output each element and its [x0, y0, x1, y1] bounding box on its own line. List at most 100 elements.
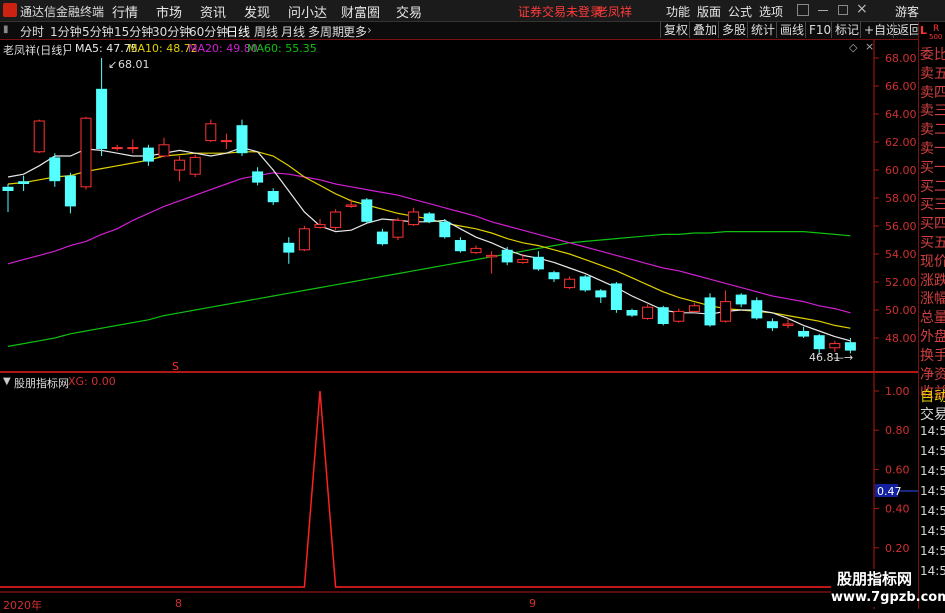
- btn-f10[interactable]: F10: [805, 22, 834, 38]
- price-tick-label: 48.00: [885, 332, 917, 345]
- btn-tongji[interactable]: 统计: [747, 22, 778, 38]
- candlesticks: [2, 58, 856, 355]
- price-tick-label: 54.00: [885, 248, 917, 261]
- candle: [361, 198, 373, 224]
- candle-body-down: [657, 307, 669, 324]
- indicator-toggle-icon[interactable]: ▼: [3, 376, 11, 387]
- candle-body-up: [220, 140, 232, 143]
- watermark-url: www.7gpzb.com: [831, 589, 945, 607]
- maximize-icon[interactable]: [838, 5, 848, 15]
- chart-title: 老凤祥(日线): [3, 44, 67, 57]
- candle: [80, 116, 92, 190]
- menu-zixun[interactable]: 资讯: [200, 2, 226, 21]
- indicator-tick-label: 0.60: [885, 463, 910, 476]
- trade-label[interactable]: 交易: [920, 404, 945, 424]
- period-multi[interactable]: 多周期: [308, 23, 344, 40]
- candle-body-down: [142, 147, 154, 162]
- period-5min[interactable]: 5分钟: [82, 23, 114, 40]
- candle-body-up: [127, 147, 139, 150]
- candle: [751, 297, 763, 320]
- candle-body-down: [813, 335, 825, 350]
- signal-s-marker: S: [172, 360, 179, 373]
- candle: [454, 237, 466, 253]
- candle-body-down: [96, 88, 108, 149]
- menu-gongshi[interactable]: 公式: [728, 3, 752, 20]
- menu-banmian[interactable]: 版面: [697, 3, 721, 20]
- price-tick-label: 50.00: [885, 304, 917, 317]
- date-label-sep: 9: [529, 597, 536, 610]
- period-monthly[interactable]: 月线: [281, 23, 305, 40]
- candle-body-up: [189, 156, 201, 175]
- candle: [610, 282, 622, 313]
- candle: [127, 139, 139, 154]
- quote-label-17: 净资: [920, 366, 945, 383]
- trade-login-warning[interactable]: 证券交易未登录: [518, 3, 602, 20]
- candle-body-down: [252, 171, 264, 183]
- indicator-current-value: 0.47: [877, 485, 902, 498]
- chart-settings-icon[interactable]: ◇: [849, 41, 857, 54]
- kline-chart[interactable]: 48.00 50.00 52.00 54.00 56.00 58.00 60.00 62.00…: [0, 40, 918, 609]
- quote-label-8: 买三: [920, 197, 945, 214]
- btn-fuquan[interactable]: 复权: [660, 22, 691, 38]
- guest-label[interactable]: 游客: [895, 3, 919, 20]
- candle: [298, 226, 310, 252]
- period-fenshi[interactable]: 分时: [20, 23, 44, 40]
- menu-xuanxiang[interactable]: 选项: [759, 3, 783, 20]
- candle-body-down: [18, 181, 30, 184]
- period-60min[interactable]: 60分钟: [189, 23, 228, 40]
- candle: [720, 290, 732, 323]
- indicator-xg-value: XG: 0.00: [68, 375, 116, 388]
- quote-label-13: 涨幅: [920, 291, 945, 308]
- candle-body-down: [439, 221, 451, 238]
- period-1min[interactable]: 1分钟: [50, 23, 82, 40]
- candle: [205, 119, 217, 142]
- price-tick-label: 56.00: [885, 220, 917, 233]
- candle-body-down: [423, 213, 435, 222]
- menu-gongneng[interactable]: 功能: [666, 3, 690, 20]
- btn-diejia[interactable]: 叠加: [689, 22, 720, 38]
- candle-body-up: [314, 224, 326, 228]
- candle: [283, 237, 295, 264]
- candle: [236, 119, 248, 156]
- btn-huaxian[interactable]: 画线: [776, 22, 807, 38]
- candle-body-up: [345, 204, 357, 207]
- skin-icon[interactable]: [797, 4, 809, 16]
- toolbar-arrow-icon[interactable]: ▮: [3, 24, 9, 35]
- quote-label-3: 卖三: [920, 103, 945, 120]
- indicator-line: [0, 390, 874, 588]
- menu-wenxiaoda[interactable]: 问小达: [288, 2, 327, 21]
- more-chevron-icon[interactable]: ›: [367, 23, 372, 37]
- close-icon[interactable]: ×: [856, 1, 868, 17]
- btn-biaoji[interactable]: 标记: [831, 22, 862, 38]
- period-15min[interactable]: 15分钟: [114, 23, 153, 40]
- candle: [220, 133, 232, 149]
- candle: [766, 318, 778, 331]
- trade-time-5: 14:56: [920, 524, 945, 538]
- menu-shichang[interactable]: 市场: [156, 2, 182, 21]
- price-tick-label: 52.00: [885, 276, 917, 289]
- candle-body-down: [49, 157, 61, 182]
- price-tick-label: 66.00: [885, 80, 917, 93]
- period-weekly[interactable]: 周线: [254, 23, 278, 40]
- quote-label-1: 卖五: [920, 65, 945, 82]
- auto-label[interactable]: 自动: [920, 386, 945, 406]
- legend-toggle-icon[interactable]: [64, 44, 71, 51]
- period-daily[interactable]: 日线: [226, 23, 250, 40]
- minimize-icon[interactable]: [818, 10, 828, 11]
- btn-duogu[interactable]: 多股: [718, 22, 749, 38]
- period-toolbar: ▮ 分时 1分钟 5分钟 15分钟 30分钟 60分钟 日线 周线 月线 多周期…: [0, 22, 921, 40]
- period-more[interactable]: 更多: [343, 23, 367, 40]
- candle: [111, 144, 123, 151]
- quote-label-6: 买一: [920, 159, 945, 176]
- candle-body-down: [532, 256, 544, 270]
- candle: [548, 270, 560, 282]
- candle-body-down: [548, 272, 560, 280]
- ma60-line: [7, 231, 851, 347]
- menu-hangqing[interactable]: 行情: [112, 2, 138, 21]
- chart-close-icon[interactable]: ×: [865, 40, 874, 53]
- candle-body-up: [330, 211, 342, 228]
- menu-faxian[interactable]: 发现: [244, 2, 270, 21]
- period-30min[interactable]: 30分钟: [152, 23, 191, 40]
- menu-jiaoyi[interactable]: 交易: [396, 2, 422, 21]
- menu-caifuquan[interactable]: 财富圈: [341, 2, 380, 21]
